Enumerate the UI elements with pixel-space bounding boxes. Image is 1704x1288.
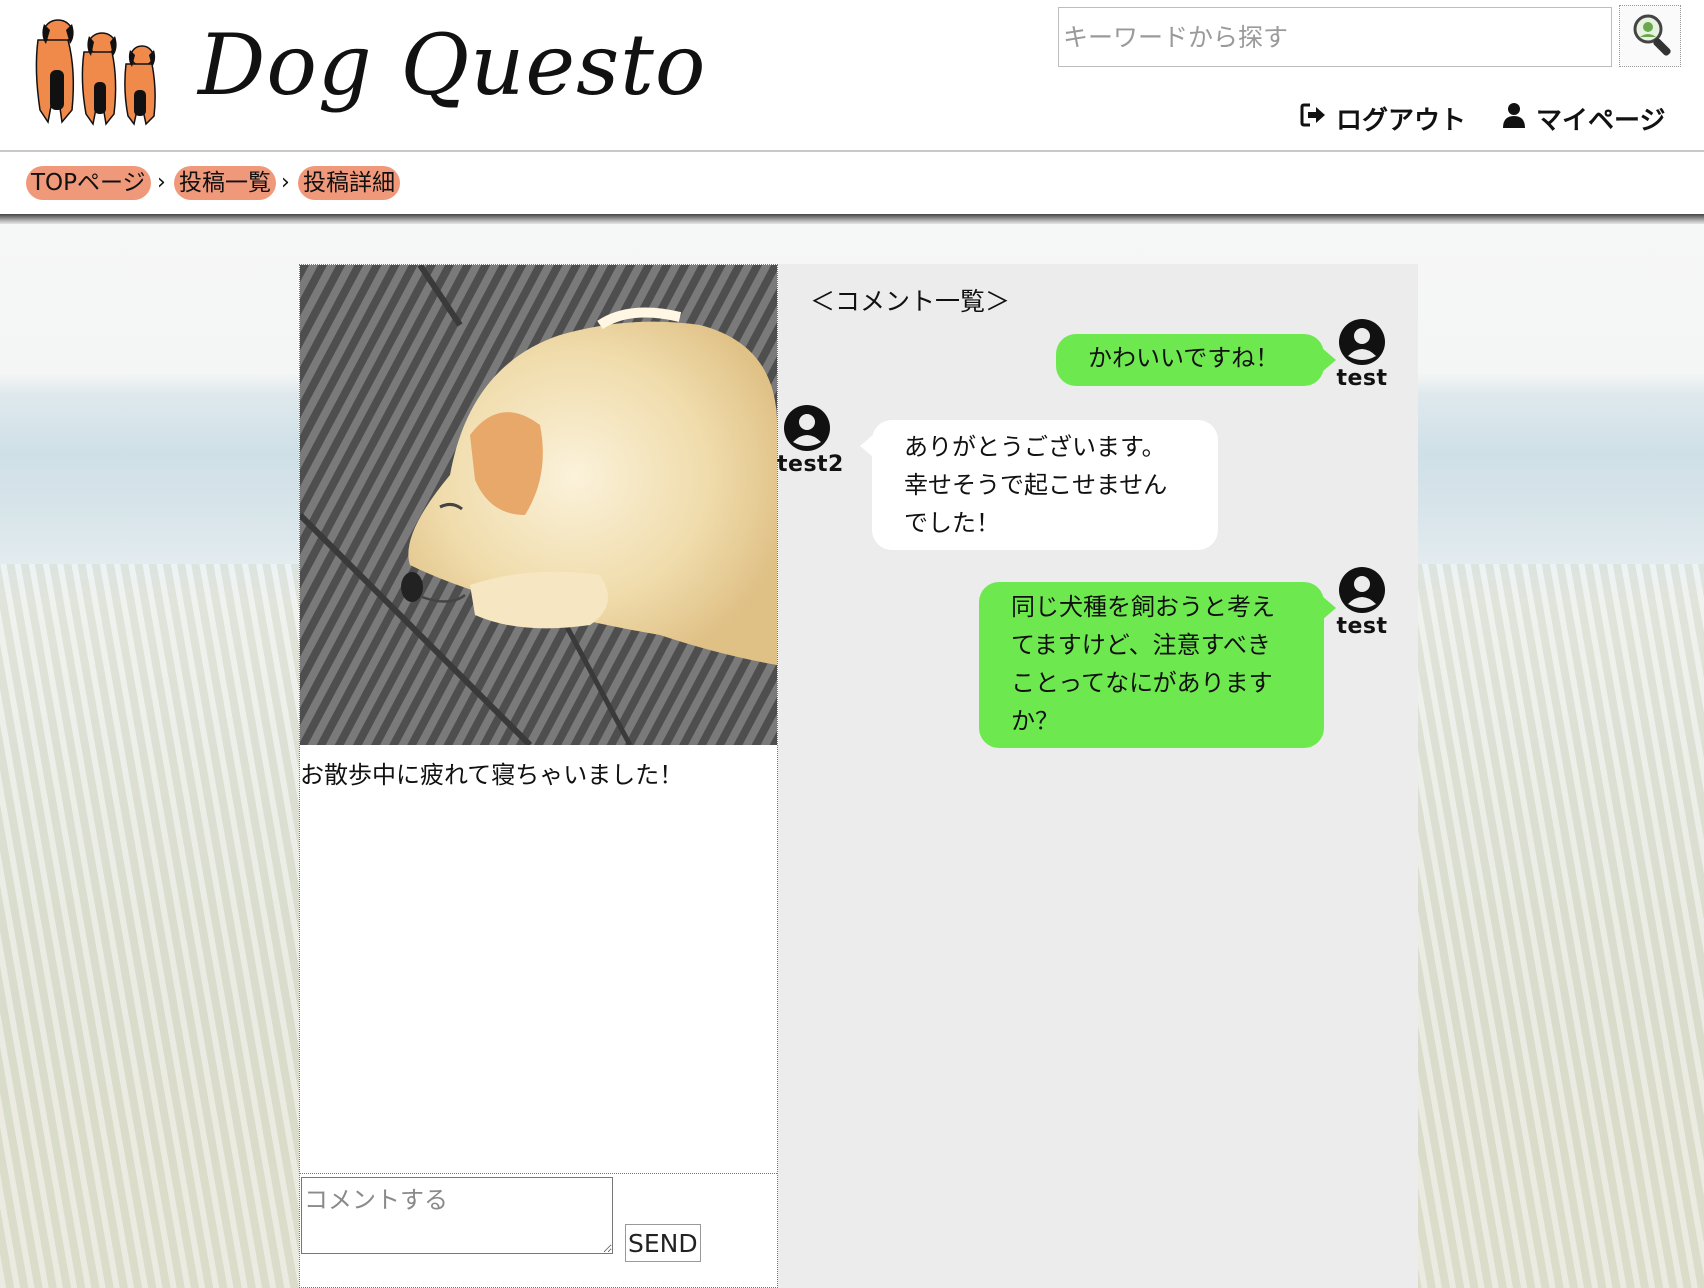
- post-caption: お散歩中に疲れて寝ちゃいました！: [300, 761, 684, 789]
- breadcrumb-separator: ›: [157, 170, 166, 195]
- breadcrumb-top[interactable]: TOPページ: [26, 166, 151, 200]
- breadcrumb-post-detail[interactable]: 投稿詳細: [298, 166, 400, 200]
- comment-textarea[interactable]: [301, 1177, 613, 1254]
- comment-user: test2: [777, 452, 844, 477]
- comment-avatar[interactable]: test2: [777, 404, 844, 477]
- site-header: Dog Questo ログアウト マイページ: [0, 0, 1704, 152]
- comments-title: ＜コメント一覧＞: [810, 287, 1011, 316]
- search-icon: [1626, 14, 1682, 66]
- comments-panel: ＜コメント一覧＞ かわいいですね！ test test2 ありがとうございます。…: [777, 264, 1418, 1288]
- comment-text: でした！: [904, 509, 1000, 537]
- mypage-link[interactable]: マイページ: [1502, 100, 1665, 137]
- comment-text: ことってなにがあります: [1011, 669, 1273, 697]
- comment-text: てますけど、注意すべき: [1011, 631, 1271, 659]
- comment-user: test: [1336, 614, 1388, 639]
- comment-text: ありがとうございます。: [904, 433, 1166, 461]
- comment-form: SEND: [300, 1173, 777, 1288]
- logout-link[interactable]: ログアウト: [1300, 100, 1466, 137]
- breadcrumb-separator: ›: [281, 170, 290, 195]
- post-photo: [300, 265, 777, 745]
- header-shadow: [0, 214, 1704, 224]
- send-button[interactable]: SEND: [625, 1224, 701, 1262]
- comment-bubble: かわいいですね！: [1056, 334, 1336, 386]
- user-icon: [1502, 102, 1526, 135]
- comment-text: 幸せそうで起こせません: [904, 471, 1168, 499]
- comment-user: test: [1336, 366, 1388, 391]
- search-input[interactable]: [1058, 7, 1612, 67]
- site-logo-text[interactable]: Dog Questo: [198, 0, 707, 130]
- logout-label: ログアウト: [1336, 106, 1467, 136]
- logout-icon: [1300, 103, 1326, 134]
- breadcrumb-post-list[interactable]: 投稿一覧: [174, 166, 276, 200]
- comment-text: 同じ犬種を飼おうと考え: [1011, 593, 1275, 621]
- dog-logo-icon[interactable]: [28, 10, 168, 130]
- comment-text: かわいいですね！: [1088, 344, 1280, 372]
- mypage-label: マイページ: [1536, 106, 1666, 136]
- comment-bubble: ありがとうございます。 幸せそうで起こせません でした！: [860, 420, 1218, 550]
- post-panel: お散歩中に疲れて寝ちゃいました！ SEND: [299, 264, 778, 1288]
- comment-avatar[interactable]: test: [1332, 318, 1392, 391]
- search-button[interactable]: [1619, 5, 1681, 67]
- comment-avatar[interactable]: test: [1332, 566, 1392, 639]
- comment-text: か？: [1011, 707, 1059, 735]
- comment-bubble: 同じ犬種を飼おうと考え てますけど、注意すべき ことってなにがあります か？: [979, 582, 1336, 748]
- breadcrumb: TOPページ › 投稿一覧 › 投稿詳細: [0, 152, 1704, 214]
